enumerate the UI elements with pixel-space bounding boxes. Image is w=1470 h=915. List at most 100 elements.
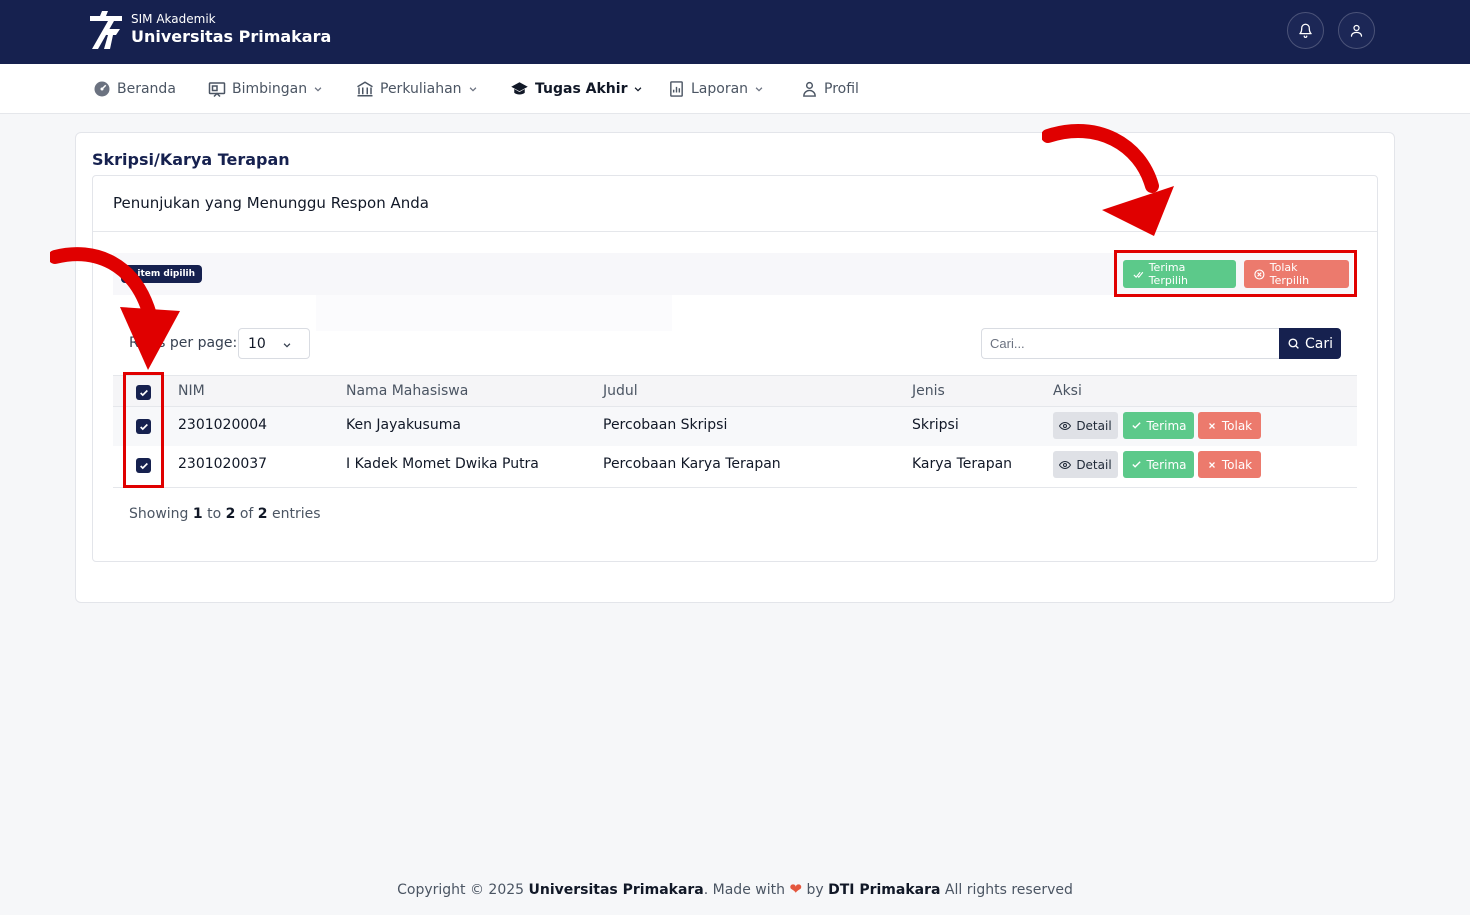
footer-by: by (806, 882, 824, 898)
eye-icon (1059, 421, 1072, 430)
circle-x-icon (1254, 268, 1265, 280)
app-subtitle: SIM Akademik (131, 12, 216, 26)
x-icon (1208, 461, 1215, 468)
accept-button[interactable]: Terima (1123, 412, 1194, 439)
presentation-board-icon (208, 81, 226, 97)
accept-button-label: Terima (1146, 457, 1187, 472)
check-icon (1131, 461, 1141, 468)
nav-laporan-label: Laporan (691, 80, 749, 97)
cell-jenis: Skripsi (912, 417, 959, 433)
nav-profil-label: Profil (824, 80, 859, 97)
nav-bimbingan-label: Bimbingan (232, 80, 308, 97)
checkmark-icon (139, 389, 148, 396)
dashboard-gauge-icon (94, 81, 110, 96)
card-divider (93, 231, 1377, 232)
rows-per-page-label: Rows per page: (129, 335, 238, 351)
accept-selected-label: Terima Terpilih (1148, 261, 1188, 287)
row-checkbox[interactable] (136, 458, 151, 473)
nav-profil[interactable]: Profil (801, 64, 859, 113)
top-bar: SIM Akademik Universitas Primakara (0, 0, 1470, 64)
nav-tugas-akhir[interactable]: Tugas Akhir (510, 64, 643, 113)
reject-button[interactable]: Tolak (1198, 412, 1261, 439)
search-button[interactable]: Cari (1279, 328, 1341, 359)
university-logo-icon (90, 11, 122, 49)
accept-button[interactable]: Terima (1123, 451, 1194, 478)
chevron-down-icon (469, 86, 476, 92)
pagination-info: Showing 1 to 2 of 2 entries (129, 506, 321, 522)
reject-button[interactable]: Tolak (1198, 451, 1261, 478)
reject-button-label: Tolak (1221, 457, 1253, 472)
reject-selected-button[interactable]: Tolak Terpilih (1244, 260, 1349, 288)
bell-icon (1299, 23, 1312, 38)
showing-suffix: entries (271, 506, 321, 522)
chevron-down-icon (635, 86, 642, 92)
nav-perkuliahan[interactable]: Perkuliahan (356, 64, 478, 113)
table-header (113, 375, 1357, 407)
showing-of-word: of (239, 506, 254, 522)
notification-button[interactable] (1287, 12, 1324, 49)
showing-to-word: to (207, 506, 222, 522)
nav-beranda[interactable]: Beranda (93, 64, 176, 113)
reject-selected-label: Tolak Terpilih (1269, 261, 1310, 287)
chevron-down-icon (755, 86, 763, 92)
user-icon (1350, 24, 1363, 37)
chevron-down-icon (314, 86, 322, 92)
cell-jenis: Karya Terapan (912, 456, 1013, 472)
detail-button-label: Detail (1076, 418, 1112, 433)
checkmark-icon (139, 423, 148, 430)
footer-team: DTI Primakara (828, 882, 941, 898)
nav-laporan[interactable]: Laporan (668, 64, 764, 113)
cell-judul: Percobaan Skripsi (603, 417, 728, 433)
chevron-down-icon (283, 343, 291, 348)
column-header-jenis: Jenis (912, 383, 945, 399)
search-icon (1288, 338, 1299, 349)
accept-selected-button[interactable]: Terima Terpilih (1123, 260, 1236, 288)
nav-perkuliahan-label: Perkuliahan (380, 80, 462, 97)
card-title: Penunjukan yang Menunggu Respon Anda (113, 194, 429, 212)
footer-rights: All rights reserved (944, 882, 1073, 898)
main-navbar: Beranda Bimbingan Perkuliahan Tugas Akhi… (0, 64, 1470, 114)
search-input[interactable] (981, 328, 1279, 359)
accept-button-label: Terima (1146, 418, 1187, 433)
rows-per-page-select[interactable]: 10 (238, 328, 310, 359)
university-building-icon (357, 80, 373, 96)
footer: Copyright © 2025 Universitas Primakara. … (0, 880, 1470, 898)
showing-total: 2 (257, 506, 268, 522)
app-title: Universitas Primakara (131, 27, 332, 46)
detail-button-label: Detail (1076, 457, 1112, 472)
showing-prefix: Showing (129, 506, 189, 522)
search-button-label: Cari (1305, 335, 1333, 352)
detail-button[interactable]: Detail (1053, 451, 1118, 478)
cell-nim: 2301020037 (178, 456, 268, 472)
user-menu-button[interactable] (1338, 12, 1375, 49)
footer-copyright: Copyright © 2025 (397, 882, 525, 898)
selection-bar-shadow (316, 295, 672, 331)
footer-org: Universitas Primakara (528, 882, 704, 898)
check-icon (1131, 422, 1141, 429)
heart-icon: ❤ (789, 880, 802, 898)
select-all-checkbox[interactable] (136, 385, 151, 400)
showing-to: 2 (225, 506, 236, 522)
reject-button-label: Tolak (1221, 418, 1253, 433)
rows-per-page-value: 10 (248, 335, 266, 352)
assignments-card (92, 175, 1378, 562)
nav-beranda-label: Beranda (117, 80, 176, 97)
report-chart-icon (670, 80, 683, 97)
person-icon (803, 81, 816, 97)
showing-from: 1 (192, 506, 203, 522)
cell-judul: Percobaan Karya Terapan (603, 456, 781, 472)
cell-nim: 2301020004 (178, 417, 268, 433)
checkmark-icon (139, 462, 148, 469)
page-title: Skripsi/Karya Terapan (92, 150, 290, 169)
detail-button[interactable]: Detail (1053, 412, 1118, 439)
column-header-judul: Judul (603, 383, 638, 399)
cell-nama: I Kadek Momet Dwika Putra (346, 456, 539, 472)
nav-tugas-akhir-label: Tugas Akhir (535, 80, 628, 97)
eye-icon (1059, 460, 1072, 469)
column-header-nama: Nama Mahasiswa (346, 383, 469, 399)
column-header-nim: NIM (178, 383, 205, 399)
row-checkbox[interactable] (136, 419, 151, 434)
nav-bimbingan[interactable]: Bimbingan (208, 64, 323, 113)
x-icon (1208, 422, 1215, 429)
double-check-icon (1133, 271, 1144, 278)
